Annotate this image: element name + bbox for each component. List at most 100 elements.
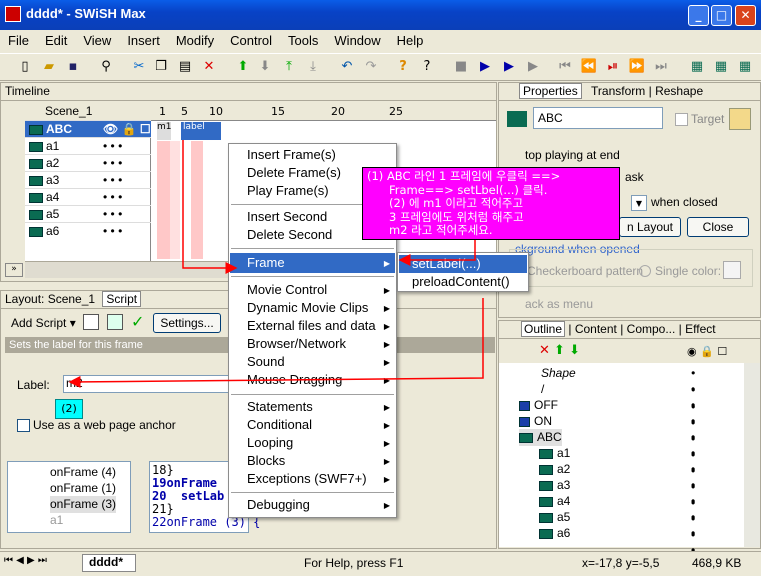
event-item[interactable]: onFrame (4) — [50, 464, 116, 481]
script-edit-icon[interactable] — [107, 314, 123, 330]
outline-item[interactable]: a6• • • — [539, 525, 695, 574]
menu-item-preloadcontent[interactable]: preloadContent() — [412, 273, 510, 291]
outline-item[interactable]: a2 • • • — [539, 461, 695, 510]
menu-item[interactable]: External files and data — [247, 317, 376, 335]
menu-item[interactable]: Delete Second — [247, 226, 332, 244]
web-anchor-checkbox[interactable] — [17, 419, 30, 432]
layout-button[interactable]: n Layout — [619, 217, 681, 237]
prev-frame-icon[interactable]: ⏪ — [580, 58, 598, 76]
tab-outline[interactable]: Outline — [521, 321, 566, 337]
track-row[interactable]: a2 • • • — [25, 154, 151, 171]
up-icon[interactable]: ⬆ — [554, 343, 565, 358]
track-row[interactable]: a1 • • • — [25, 137, 151, 154]
tab-components[interactable]: Compo... — [627, 322, 676, 336]
outline-item[interactable]: a3 • • • — [539, 477, 695, 526]
track-row[interactable]: a3 • • • — [25, 171, 151, 188]
layer-visibility-icons[interactable]: 👁 🔒 ☐ — [103, 121, 151, 138]
color-swatch[interactable] — [723, 261, 741, 279]
layer-flags[interactable]: • • • — [103, 138, 122, 155]
insert-sprite-icon[interactable]: ▦ — [712, 58, 730, 76]
menu-item[interactable]: Insert Second — [247, 208, 327, 226]
single-color-radio[interactable] — [639, 265, 651, 277]
outline-scrollbar[interactable] — [744, 363, 760, 547]
tab-nav-buttons[interactable]: ⏮ ◀ ▶ ⏭ — [4, 555, 66, 571]
track-row[interactable]: ABC 👁 🔒 ☐ — [25, 120, 151, 137]
scene-row[interactable]: Scene_1 — [25, 103, 151, 120]
play-frame-icon[interactable]: ▶ — [524, 58, 542, 76]
settings-button[interactable]: Settings... — [153, 313, 221, 333]
menu-item[interactable]: Dynamic Movie Clips — [247, 299, 368, 317]
frame-column-3[interactable] — [191, 141, 203, 259]
menu-control[interactable]: Control — [222, 30, 280, 48]
layer-flags[interactable]: • • • — [103, 206, 122, 223]
tab-script[interactable]: Script — [102, 291, 142, 307]
minimize-button[interactable]: _ — [688, 5, 709, 26]
outline-item[interactable]: / • • • — [533, 381, 695, 430]
menu-help[interactable]: Help — [389, 30, 432, 48]
menu-file[interactable]: File — [0, 30, 37, 48]
tab-content[interactable]: Content — [575, 322, 617, 336]
menu-item-frame[interactable]: Frame — [247, 254, 285, 272]
menu-item[interactable]: Sound — [247, 353, 285, 371]
layer-flags[interactable]: • • • — [103, 223, 122, 240]
checkerboard-option[interactable]: Checkerboard pattern — [527, 264, 643, 278]
outline-item[interactable]: ABC • • • — [519, 429, 695, 478]
track-row[interactable]: a4 • • • — [25, 188, 151, 205]
layer-flags[interactable]: • • • — [103, 155, 122, 172]
event-item[interactable]: a1 — [50, 512, 63, 529]
find-icon[interactable]: ⚲ — [97, 58, 115, 76]
save-icon[interactable]: ▪ — [64, 58, 82, 76]
paste-icon[interactable]: ▤ — [176, 58, 194, 76]
undo-icon[interactable]: ↶ — [338, 58, 356, 76]
outline-item[interactable]: Shape • • • — [533, 365, 695, 414]
outline-item[interactable]: a4 • • • — [539, 493, 695, 542]
last-frame-icon[interactable]: ⏭ — [652, 58, 670, 76]
target-checkbox[interactable] — [675, 113, 688, 126]
menu-modify[interactable]: Modify — [168, 30, 222, 48]
tab-reshape[interactable]: Reshape — [655, 84, 703, 98]
menu-item[interactable]: Movie Control — [247, 281, 327, 299]
menu-item[interactable]: Exceptions (SWF7+) — [247, 470, 367, 488]
when-closed-dropdown[interactable]: ▼ — [631, 195, 647, 211]
eye-icon[interactable]: ◉ — [687, 345, 697, 358]
redo-icon[interactable]: ↷ — [362, 58, 380, 76]
outline-item[interactable]: ON • • • — [519, 413, 695, 462]
bevel-icon[interactable] — [729, 108, 751, 130]
cut-icon[interactable]: ✂ — [130, 58, 148, 76]
menu-item[interactable]: Delete Frame(s) — [247, 164, 341, 182]
new-icon[interactable]: ▯ — [16, 58, 34, 76]
delete-icon[interactable]: ✕ — [200, 58, 218, 76]
menu-item[interactable]: Play Frame(s) — [247, 182, 329, 200]
menu-view[interactable]: View — [75, 30, 119, 48]
outline-item[interactable]: a5• • • — [539, 509, 695, 558]
menu-item-setlabel[interactable]: setLabel(...) — [412, 255, 481, 273]
document-tab[interactable]: dddd* — [82, 554, 136, 572]
menu-item[interactable]: Browser/Network — [247, 335, 346, 353]
first-frame-icon[interactable]: ⏮ — [556, 58, 574, 76]
event-item[interactable]: onFrame (3) — [50, 496, 117, 513]
menu-item[interactable]: Looping — [247, 434, 293, 452]
down-icon[interactable]: ⬇ — [569, 343, 580, 358]
copy-icon[interactable]: ❐ — [152, 58, 170, 76]
lock-icon[interactable]: 🔒 — [700, 345, 714, 358]
context-help-icon[interactable]: ? — [418, 58, 436, 76]
script-view-icon[interactable] — [83, 314, 99, 330]
stop-icon[interactable]: ■ — [452, 58, 470, 76]
layer-flags[interactable]: • • • — [103, 189, 122, 206]
name-input[interactable]: ABC — [533, 107, 663, 129]
frame-column-1[interactable] — [157, 141, 171, 259]
marker-icon[interactable]: ⏯ — [604, 58, 622, 76]
remove-icon[interactable]: ✕ — [539, 343, 550, 358]
track-row[interactable]: a6 • • • — [25, 222, 151, 239]
menu-window[interactable]: Window — [326, 30, 388, 48]
insert-scene-icon[interactable]: ▦ — [688, 58, 706, 76]
tab-effect[interactable]: Effect — [685, 322, 715, 336]
move-up-icon[interactable]: ⬆ — [234, 58, 252, 76]
tab-transform[interactable]: Transform — [585, 84, 645, 98]
expand-button[interactable]: » — [5, 263, 23, 277]
next-frame-icon[interactable]: ⏩ — [628, 58, 646, 76]
layer-flags[interactable]: • • • — [103, 172, 122, 189]
menu-item[interactable]: Blocks — [247, 452, 285, 470]
insert-group-icon[interactable]: ▦ — [736, 58, 754, 76]
outline-item[interactable]: OFF • • • — [519, 397, 695, 446]
